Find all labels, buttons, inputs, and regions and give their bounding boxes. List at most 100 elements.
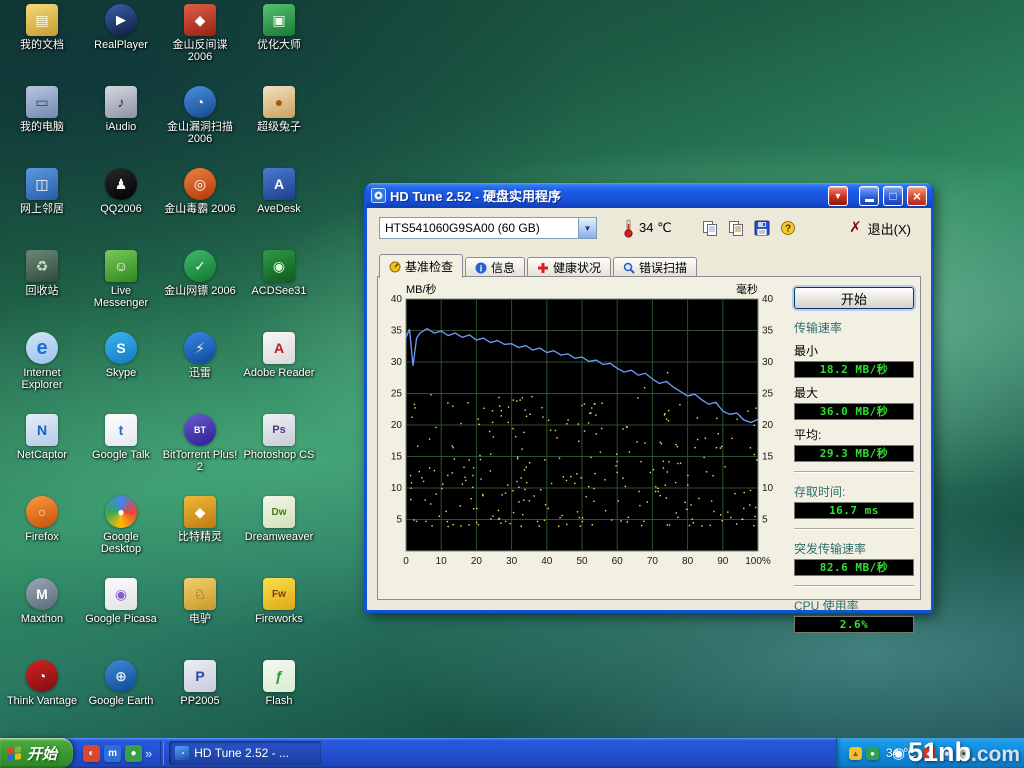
desktop-icon-dreamweaver[interactable]: DwDreamweaver <box>241 496 317 543</box>
desktop-icon-bittorrent-plus[interactable]: BTBitTorrent Plus! 2 <box>162 414 238 473</box>
desktop-icon-maxthon[interactable]: MMaxthon <box>4 578 80 625</box>
desktop-icon-realplayer[interactable]: ▶RealPlayer <box>83 4 159 51</box>
desktop-icon-xunlei-thunder[interactable]: ⚡迅雷 <box>162 332 238 379</box>
desktop-icon-live-messenger[interactable]: ☺Live Messenger <box>83 250 159 309</box>
desktop-icon-google-desktop[interactable]: ●Google Desktop <box>83 496 159 555</box>
maxthon-icon: M <box>26 578 58 610</box>
desktop-icon-adobe-reader[interactable]: AAdobe Reader <box>241 332 317 379</box>
access-time-header: 存取时间: <box>794 483 914 500</box>
svg-text:40: 40 <box>762 294 774 305</box>
desktop-icon-label: PP2005 <box>162 695 238 707</box>
window-title: HD Tune 2.52 - 硬盘实用程序 <box>390 186 824 205</box>
taskbar-task-hdtune[interactable]: ◔ HD Tune 2.52 - ... <box>169 741 321 765</box>
desktop-icon-google-earth[interactable]: ⊕Google Earth <box>83 660 159 707</box>
desktop-icon-label: QQ2006 <box>83 203 159 215</box>
desktop-icon-kingsoft-antispyware[interactable]: ◆金山反间谍 2006 <box>162 4 238 63</box>
svg-text:40: 40 <box>391 294 403 305</box>
error-scan-tab-icon <box>623 262 635 274</box>
exit-label: 退出(X) <box>868 219 911 238</box>
desktop-icon-think-vantage[interactable]: ◔Think Vantage <box>4 660 80 707</box>
desktop-icon-netcaptor[interactable]: NNetCaptor <box>4 414 80 461</box>
tab-health[interactable]: 健康状况 <box>527 257 611 277</box>
desktop-icon-edonkey[interactable]: ♘电驴 <box>162 578 238 625</box>
desktop-icon-label: NetCaptor <box>4 449 80 461</box>
svg-text:20: 20 <box>762 420 774 431</box>
desktop-icon-label: RealPlayer <box>83 39 159 51</box>
benchmark-panel: 4040353530302525202015151010550102030405… <box>377 276 921 600</box>
copy-text-icon[interactable] <box>726 218 747 239</box>
tab-benchmark[interactable]: 基准检查 <box>379 254 463 278</box>
exit-button[interactable]: ✗ 退出(X) <box>841 217 919 240</box>
desktop-icon-my-computer[interactable]: ▭我的电脑 <box>4 86 80 133</box>
download-drop-button[interactable]: ▼ <box>828 186 848 206</box>
start-benchmark-button[interactable]: 开始 <box>794 287 914 309</box>
quick-launch-icon-3[interactable]: ● <box>125 745 142 762</box>
tab-error-scan[interactable]: 错误扫描 <box>613 257 697 277</box>
super-rabbit-icon: ● <box>263 86 295 118</box>
desktop-icon-kingsoft-netguard[interactable]: ✓金山网镖 2006 <box>162 250 238 297</box>
hdtune-task-icon: ◔ <box>175 746 189 760</box>
window-titlebar[interactable]: HD Tune 2.52 - 硬盘实用程序 ▼ □ × <box>366 183 932 208</box>
desktop-icon-fireworks[interactable]: FwFireworks <box>241 578 317 625</box>
bitspirit-icon: ◆ <box>184 496 216 528</box>
desktop-icon-kingsoft-duba[interactable]: ◎金山毒霸 2006 <box>162 168 238 215</box>
copy-screenshot-icon[interactable] <box>700 218 721 239</box>
svg-text:25: 25 <box>391 389 403 400</box>
desktop-icon-bitspirit[interactable]: ◆比特精灵 <box>162 496 238 543</box>
benchmark-tab-icon <box>389 261 401 273</box>
access-time-value: 16.7 ms <box>794 502 914 519</box>
desktop-icon-label: Google Earth <box>83 695 159 707</box>
help-icon[interactable]: ? <box>778 218 799 239</box>
desktop-icon-acdsee[interactable]: ◉ACDSee31 <box>241 250 317 297</box>
skype-icon: S <box>105 332 137 364</box>
desktop-icon-label: 迅雷 <box>162 367 238 379</box>
quick-launch-icon-1[interactable]: ◐ <box>83 745 100 762</box>
drive-select[interactable]: HTS541060G9SA00 (60 GB) ▼ <box>379 217 597 239</box>
desktop-icon-my-documents[interactable]: ▤我的文档 <box>4 4 80 51</box>
desktop-icon-label: Firefox <box>4 531 80 543</box>
tab-health-label: 健康状况 <box>553 259 601 276</box>
quick-launch-icon-2[interactable]: m <box>104 745 121 762</box>
desktop-icon-firefox[interactable]: ○Firefox <box>4 496 80 543</box>
max-value: 36.0 MB/秒 <box>794 403 914 420</box>
desktop-icon-flash[interactable]: ƒFlash <box>241 660 317 707</box>
maximize-button[interactable]: □ <box>883 186 903 206</box>
desktop-icon-skype[interactable]: SSkype <box>83 332 159 379</box>
desktop-icon-network-places[interactable]: ◫网上邻居 <box>4 168 80 215</box>
desktop-icon-avedesk[interactable]: AAveDesk <box>241 168 317 215</box>
dropdown-arrow-icon[interactable]: ▼ <box>578 218 596 238</box>
desktop-icon-youhua-dashi[interactable]: ▣优化大师 <box>241 4 317 51</box>
min-value: 18.2 MB/秒 <box>794 361 914 378</box>
tab-info[interactable]: i 信息 <box>465 257 525 277</box>
svg-text:35: 35 <box>391 326 403 337</box>
desktop-icon-label: iAudio <box>83 121 159 133</box>
desktop-icon-google-talk[interactable]: tGoogle Talk <box>83 414 159 461</box>
start-menu-button[interactable]: 开始 <box>0 738 73 768</box>
iaudio-icon: ♪ <box>105 86 137 118</box>
desktop-icon-label: Google Picasa <box>83 613 159 625</box>
desktop-icon-label: Google Talk <box>83 449 159 461</box>
thermometer-icon <box>623 218 634 238</box>
desktop-icon-photoshop-cs[interactable]: PsPhotoshop CS <box>241 414 317 461</box>
desktop-icon-iaudio[interactable]: ♪ iAudio <box>83 86 159 133</box>
desktop: ▤我的文档▶RealPlayer◆金山反间谍 2006▣优化大师 ▭我的电脑 ♪ iA… <box>0 0 1024 768</box>
close-button[interactable]: × <box>907 186 927 206</box>
desktop-icon-label: 我的文档 <box>4 39 80 51</box>
desktop-icon-google-picasa[interactable]: ◉Google Picasa <box>83 578 159 625</box>
my-computer-icon: ▭ <box>26 86 58 118</box>
desktop-icon-recycle-bin[interactable]: ♻回收站 <box>4 250 80 297</box>
desktop-icon-pp2005[interactable]: PPP2005 <box>162 660 238 707</box>
minimize-button[interactable] <box>859 186 879 206</box>
divider <box>794 585 914 587</box>
desktop-icon-internet-explorer[interactable]: eInternet Explorer <box>4 332 80 391</box>
desktop-icon-super-rabbit[interactable]: ●超级兔子 <box>241 86 317 133</box>
svg-text:30: 30 <box>391 357 403 368</box>
svg-text:5: 5 <box>762 515 768 526</box>
desktop-icon-kingsoft-vulnscan[interactable]: ◔金山漏洞扫描 2006 <box>162 86 238 145</box>
quick-launch-overflow-chevron[interactable]: » <box>145 746 152 761</box>
tray-icon-1[interactable]: ▲ <box>849 747 862 760</box>
save-icon[interactable] <box>752 218 773 239</box>
tray-icon-2[interactable]: ● <box>866 747 879 760</box>
desktop-icon-qq2006[interactable]: ♟QQ2006 <box>83 168 159 215</box>
svg-text:15: 15 <box>391 452 403 463</box>
